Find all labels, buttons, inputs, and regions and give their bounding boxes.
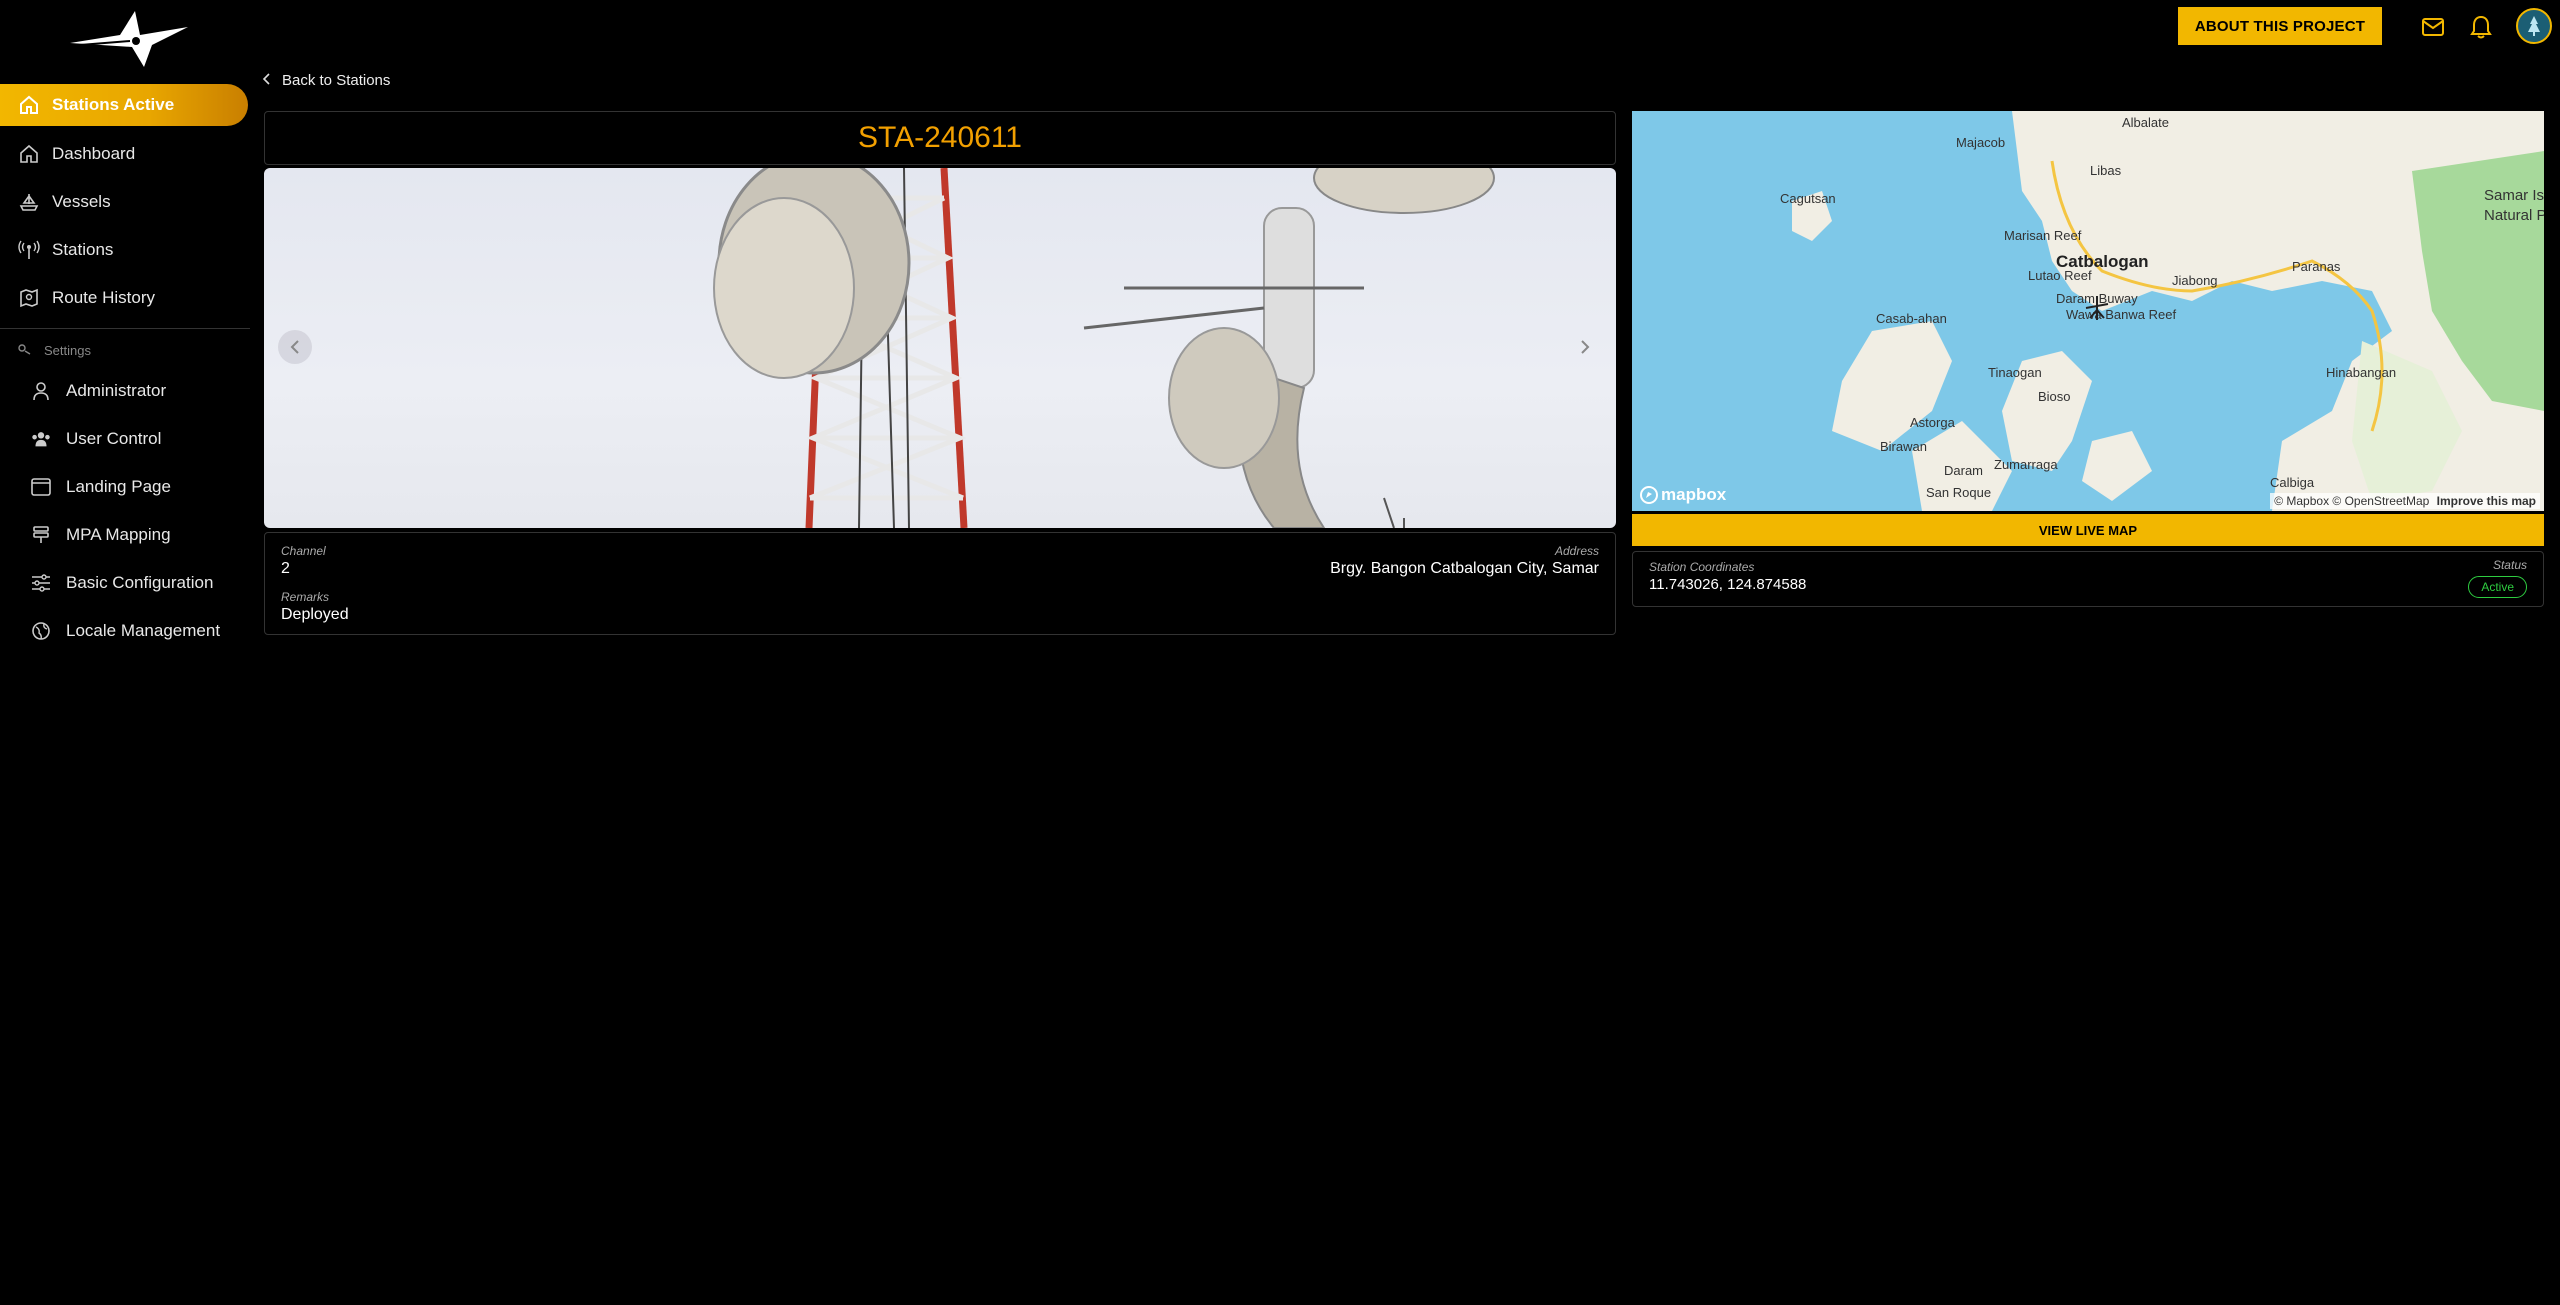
settings-section-label: Settings [0, 337, 250, 363]
remarks-value: Deployed [281, 606, 349, 623]
map-label-bioso: Bioso [2038, 389, 2071, 404]
sidebar-item-basic-configuration[interactable]: Basic Configuration [0, 559, 250, 607]
map-label-natural-park: Natural P [2484, 207, 2544, 224]
bell-icon[interactable] [2466, 12, 2496, 42]
view-live-map-button[interactable]: VIEW LIVE MAP [1632, 514, 2544, 546]
sidebar-item-label: Locale Management [66, 621, 221, 640]
sidebar-item-dashboard[interactable]: Dashboard [0, 130, 250, 178]
home-icon [18, 143, 40, 165]
channel-label: Channel [281, 544, 326, 558]
map-label-zumarraga: Zumarraga [1994, 457, 2058, 472]
sidebar-item-stations[interactable]: Stations [0, 226, 250, 274]
mapbox-icon [1640, 486, 1658, 504]
map-label-marisan-reef: Marisan Reef [2004, 228, 2082, 243]
station-id: STA-240611 [858, 121, 1022, 154]
station-map[interactable]: Albalate Majacob Libas Cagutsan Marisan … [1632, 111, 2544, 511]
sliders-icon [30, 572, 52, 594]
station-details-panel: Channel 2 Address Brgy. Bangon Catbaloga… [264, 532, 1616, 635]
sidebar-item-label: MPA Mapping [66, 525, 171, 544]
home-icon [18, 94, 40, 116]
address-value: Brgy. Bangon Catbalogan City, Samar [1330, 560, 1599, 577]
sidebar-item-user-control[interactable]: User Control [0, 415, 250, 463]
ship-icon [18, 191, 40, 213]
map-label-libas: Libas [2090, 163, 2122, 178]
about-project-button[interactable]: ABOUT THIS PROJECT [2178, 7, 2382, 45]
sidebar-item-locale-management[interactable]: Locale Management [0, 607, 250, 655]
user-avatar[interactable] [2516, 8, 2552, 44]
map-label-majacob: Majacob [1956, 135, 2006, 150]
sidebar-item-label: Basic Configuration [66, 573, 214, 592]
mail-icon[interactable] [2418, 12, 2448, 42]
map-label-san-roque: San Roque [1926, 485, 1992, 500]
sidebar-item-label: Dashboard [52, 144, 136, 163]
map-label-birawan: Birawan [1880, 439, 1927, 454]
chevron-right-icon [1581, 340, 1590, 354]
map-attribution: © Mapbox © OpenStreetMap Improve this ma… [2270, 493, 2540, 509]
sidebar-item-label: Route History [52, 288, 155, 307]
sidebar-item-mpa-mapping[interactable]: MPA Mapping [0, 511, 250, 559]
map-label-samar-island: Samar Isla [2484, 187, 2544, 204]
chevron-left-icon [290, 340, 299, 354]
map-label-daram: Daram [1944, 463, 1984, 478]
user-icon [30, 380, 52, 402]
status-label: Status [2492, 558, 2527, 572]
carousel-prev-button[interactable] [278, 330, 312, 364]
station-marker-icon[interactable] [2084, 294, 2110, 327]
station-image-carousel[interactable] [264, 168, 1616, 528]
coordinates-label: Station Coordinates [1649, 560, 1755, 574]
carousel-next-button[interactable] [1568, 330, 1602, 364]
map-label-banwa-reef: Wawa Banwa Reef [2066, 307, 2177, 322]
map-label-lutao-reef: Lutao Reef [2028, 268, 2092, 283]
sidebar-item-label: Vessels [52, 192, 111, 211]
window-icon [30, 476, 52, 498]
sidebar: Stations Active Dashboard Vessels Statio… [0, 84, 250, 655]
remarks-label: Remarks [281, 590, 330, 604]
map-label-astorga: Astorga [1910, 415, 1955, 430]
sidebar-item-label: Administrator [66, 381, 167, 400]
sidebar-item-label: Landing Page [66, 477, 171, 496]
map-label-jiabong: Jiabong [2172, 273, 2218, 288]
map-icon [18, 287, 40, 309]
sidebar-item-stations-active[interactable]: Stations Active [0, 84, 248, 126]
settings-icon [16, 342, 34, 359]
coordinates-value: 11.743026, 124.874588 [1649, 576, 1807, 593]
antenna-icon [18, 239, 40, 261]
mapbox-logo-text: mapbox [1661, 485, 1727, 504]
settings-label-text: Settings [44, 342, 91, 358]
mapbox-logo: mapbox [1640, 485, 1726, 505]
layers-icon [30, 524, 52, 546]
back-to-stations-link[interactable]: Back to Stations [262, 72, 390, 89]
chevron-left-icon [262, 72, 270, 89]
map-label-paranas: Paranas [2292, 259, 2341, 274]
map-label-casab-ahan: Casab-ahan [1876, 311, 1947, 326]
station-coordinates-panel: Station Coordinates 11.743026, 124.87458… [1632, 551, 2544, 607]
map-label-tinaogan: Tinaogan [1988, 365, 2042, 380]
sidebar-item-route-history[interactable]: Route History [0, 274, 250, 322]
globe-icon [30, 620, 52, 642]
map-label-albalate: Albalate [2122, 115, 2169, 130]
sidebar-divider [0, 328, 250, 329]
app-logo[interactable] [60, 5, 200, 71]
sidebar-item-administrator[interactable]: Administrator [0, 367, 250, 415]
station-tower-image [713, 168, 1495, 528]
station-title-panel: STA-240611 [264, 111, 1616, 165]
address-label: Address [1554, 544, 1599, 558]
sidebar-item-vessels[interactable]: Vessels [0, 178, 250, 226]
users-icon [30, 428, 52, 450]
sidebar-item-label: Stations Active [52, 95, 175, 114]
map-label-calbiga: Calbiga [2270, 475, 2315, 490]
sidebar-item-label: User Control [66, 429, 162, 448]
improve-map-link[interactable]: Improve this map [2437, 494, 2536, 508]
map-attribution-text[interactable]: © Mapbox © OpenStreetMap [2274, 494, 2429, 508]
map-label-hinabangan: Hinabangan [2326, 365, 2397, 380]
status-badge: Active [2468, 576, 2527, 598]
back-link-label: Back to Stations [282, 72, 391, 89]
map-label-cagutsan: Cagutsan [1780, 191, 1836, 206]
channel-value: 2 [281, 560, 290, 577]
sidebar-item-landing-page[interactable]: Landing Page [0, 463, 250, 511]
sidebar-item-label: Stations [52, 240, 114, 259]
